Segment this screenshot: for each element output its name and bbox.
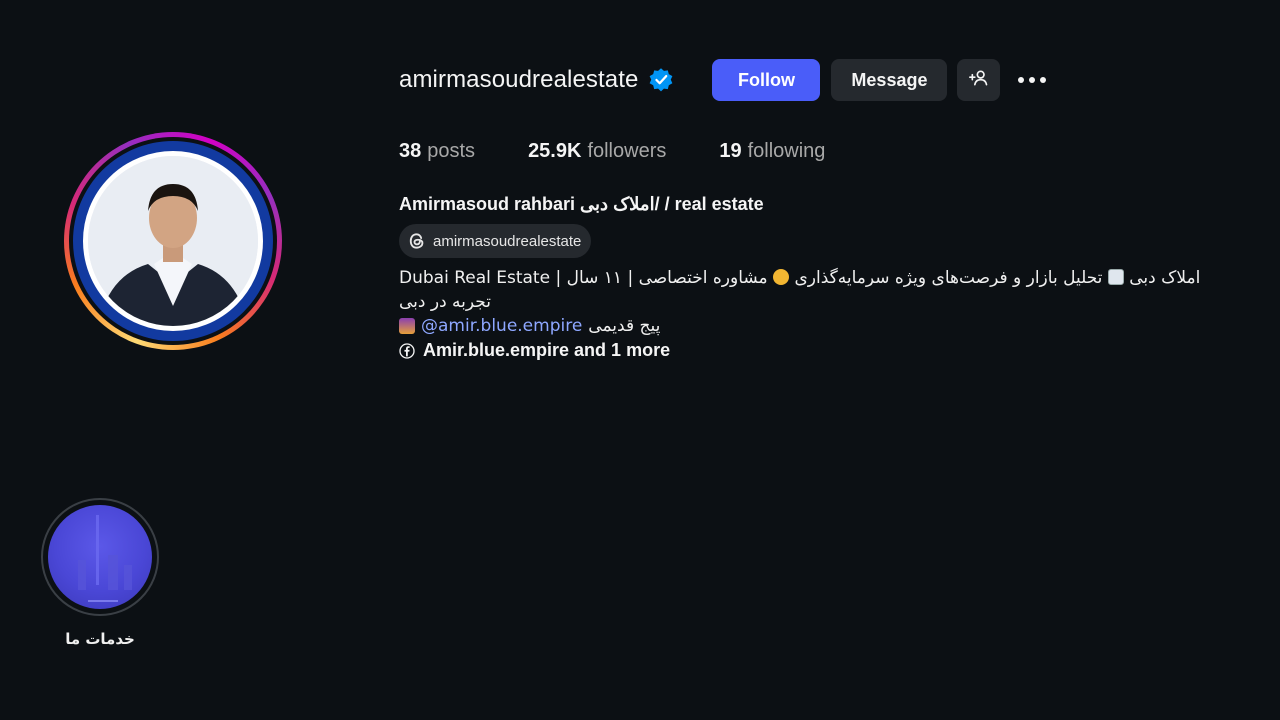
profile-page: amirmasoudrealestate Follow Message 38 p… (0, 0, 1280, 720)
avatar-person-image (88, 156, 258, 326)
profile-stats: 38 posts 25.9K followers 19 following (399, 140, 878, 163)
bio-text-part-4: پیج قدیمی (588, 316, 661, 336)
followers-stat[interactable]: 25.9K followers (528, 140, 666, 163)
chart-emoji-icon (1107, 269, 1124, 285)
bio-text-part-1: املاک دبی (1129, 268, 1201, 288)
threads-badge[interactable]: amirmasoudrealestate (399, 224, 592, 258)
bio-line-2: تجربه در دبی (399, 292, 491, 312)
posts-stat: 38 posts (399, 140, 475, 163)
full-name: Amirmasoud rahbari املاک دبی/ / real est… (399, 194, 764, 214)
following-stat[interactable]: 19 following (719, 140, 825, 163)
posts-label: posts (427, 140, 476, 162)
mention-link[interactable]: @amir.blue.empire (421, 314, 582, 338)
external-links[interactable]: Amir.blue.empire and 1 more (399, 340, 670, 361)
external-links-text: Amir.blue.empire and 1 more (423, 340, 671, 360)
bio-text-part-3: مشاوره اختصاصی | ۱۱ سال | Dubai Real Est… (399, 268, 768, 288)
followers-count: 25.9K (528, 140, 582, 162)
highlight-label: خدمات ما (65, 630, 135, 648)
message-button[interactable]: Message (831, 59, 948, 101)
highlight-ring (41, 498, 159, 616)
following-label: following (747, 140, 826, 162)
handshake-emoji-icon (773, 269, 790, 285)
bio-line-3: @amir.blue.empire پیج قدیمی (399, 314, 1229, 338)
avatar-photo (83, 151, 263, 331)
follow-button[interactable]: Follow (712, 59, 821, 101)
username: amirmasoudrealestate (399, 66, 639, 93)
city-emoji-icon (399, 318, 415, 334)
profile-header: amirmasoudrealestate Follow Message (399, 58, 1047, 102)
profile-avatar[interactable] (64, 132, 282, 350)
following-count: 19 (719, 140, 742, 162)
bio-line-1: املاک دبی تحلیل بازار و فرصت‌های ویژه سر… (399, 266, 1229, 290)
followers-label: followers (587, 140, 667, 162)
suggested-accounts-button[interactable] (957, 59, 1001, 101)
bio-text-part-2: تحلیل بازار و فرصت‌های ویژه سرمایه‌گذاری (794, 268, 1103, 288)
highlight-cover-image (48, 505, 152, 609)
story-highlight[interactable]: خدمات ما (40, 498, 160, 648)
bio: املاک دبی تحلیل بازار و فرصت‌های ویژه سر… (399, 266, 1229, 338)
add-user-icon (968, 68, 989, 93)
threads-handle: amirmasoudrealestate (433, 232, 582, 250)
facebook-icon (399, 342, 415, 359)
posts-count: 38 (399, 140, 422, 162)
threads-icon (407, 231, 427, 251)
verified-badge-icon (648, 67, 674, 93)
more-options-icon[interactable] (1017, 65, 1047, 95)
